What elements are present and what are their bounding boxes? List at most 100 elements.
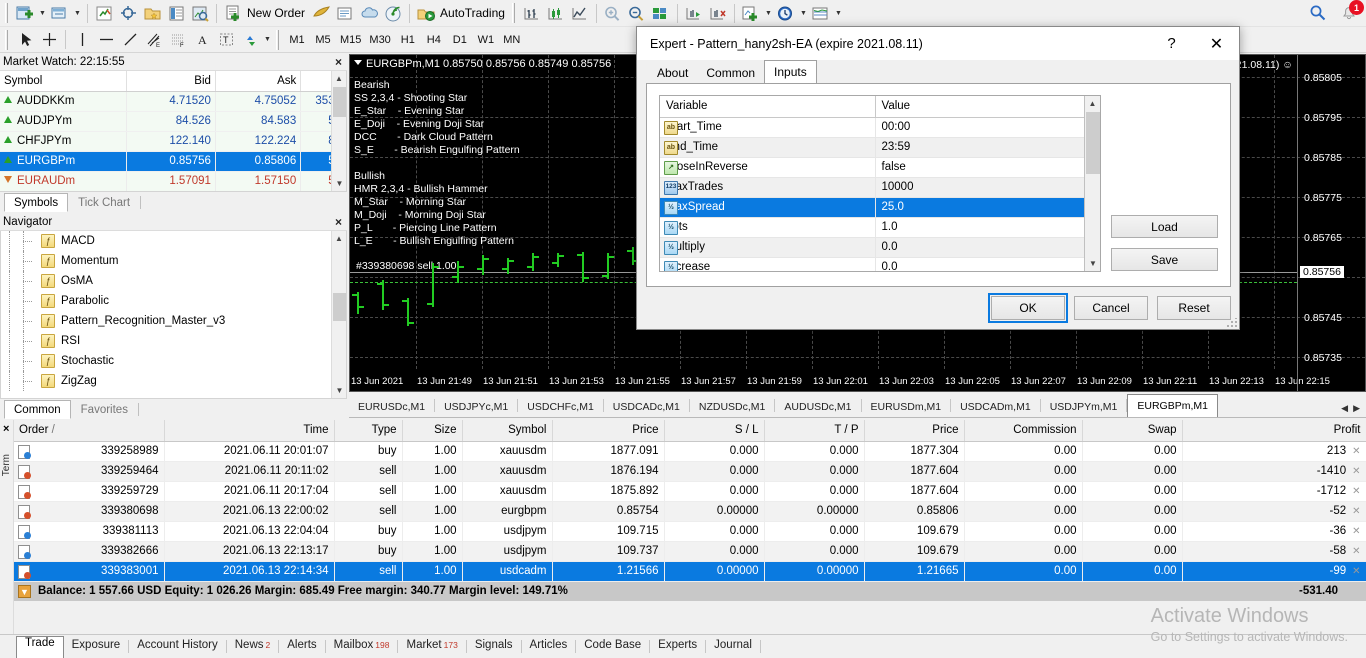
arrows-icon[interactable] [238, 28, 262, 51]
chart-window-icon[interactable] [48, 2, 72, 25]
crosshair-tool-icon[interactable] [37, 28, 61, 51]
data-window-icon[interactable] [164, 2, 188, 25]
input-value[interactable]: 23:59 [875, 137, 1087, 158]
chart-tab-prev-icon[interactable]: ◀ [1341, 403, 1348, 414]
close-order-icon[interactable]: ✕ [1352, 466, 1360, 477]
market-watch-scrollbar[interactable]: ▲ ▼ [331, 71, 346, 191]
navigator-item[interactable]: ƒ RSI [1, 331, 346, 351]
search-icon[interactable] [1308, 3, 1328, 26]
terminal-tab-alerts[interactable]: Alerts [279, 639, 324, 658]
table-row[interactable]: 339259729 2021.06.11 20:17:04 sell 1.00 … [14, 481, 1366, 502]
table-row[interactable]: 339381113 2021.06.13 22:04:04 buy 1.00 u… [14, 521, 1366, 542]
col-profit[interactable]: Profit [1182, 420, 1366, 442]
input-value[interactable]: 1.0 [875, 217, 1087, 238]
templates-dropdown-icon[interactable]: ▼ [833, 2, 844, 25]
table-row[interactable]: 339382666 2021.06.13 22:13:17 buy 1.00 u… [14, 541, 1366, 562]
terminal-tab-trade[interactable]: Trade [16, 636, 64, 658]
table-row[interactable]: 339380698 2021.06.13 22:00:02 sell 1.00 … [14, 501, 1366, 522]
new-chart-dropdown-icon[interactable]: ▼ [37, 2, 48, 25]
timeframe-m15[interactable]: M15 [336, 29, 365, 51]
new-order-icon[interactable] [221, 2, 245, 25]
tab-symbols[interactable]: Symbols [4, 193, 69, 212]
ok-button[interactable]: OK [988, 293, 1068, 323]
text-label-icon[interactable]: T [214, 28, 238, 51]
scroll-thumb[interactable] [333, 87, 346, 117]
expert-properties-dialog[interactable]: Expert - Pattern_hany2sh-EA (expire 2021… [636, 26, 1240, 330]
add-indicator-dropdown-icon[interactable]: ▼ [763, 2, 774, 25]
text-tool-icon[interactable]: A [190, 28, 214, 51]
scroll-up-icon[interactable]: ▲ [332, 231, 346, 246]
table-row[interactable]: 339259464 2021.06.11 20:11:02 sell 1.00 … [14, 461, 1366, 482]
timeframe-h4[interactable]: H4 [421, 29, 447, 51]
navigator-item[interactable]: ƒ Parabolic [1, 291, 346, 311]
fibonacci-icon[interactable]: F [166, 28, 190, 51]
col-value[interactable]: Value [875, 96, 1087, 118]
col-swap[interactable]: Swap [1082, 420, 1183, 442]
bar-chart-icon[interactable] [520, 2, 544, 25]
timeframe-m5[interactable]: M5 [310, 29, 336, 51]
input-row[interactable]: ↗ CloseInReverse false [660, 157, 1087, 178]
market-watch-row[interactable]: CHFJPYm 122.140 122.224 84 [0, 131, 346, 152]
terminal-tab-exposure[interactable]: Exposure [64, 639, 129, 658]
chart-tab[interactable]: USDCHFc,M1 [518, 397, 603, 417]
inputs-scrollbar[interactable]: ▲ ▼ [1084, 96, 1100, 271]
reset-button[interactable]: Reset [1157, 296, 1231, 320]
scroll-thumb[interactable] [1086, 112, 1100, 174]
col-symbol[interactable]: Symbol [0, 71, 128, 92]
notifications-bell-icon[interactable]: 1 [1338, 0, 1364, 26]
input-value[interactable]: 10000 [875, 177, 1087, 198]
auto-scroll-icon[interactable] [706, 2, 730, 25]
market-watch-row[interactable]: AUDJPYm 84.526 84.583 57 [0, 111, 346, 132]
close-button[interactable]: ✕ [1194, 27, 1239, 60]
chart-window-dropdown-icon[interactable]: ▼ [72, 2, 83, 25]
scroll-down-icon[interactable]: ▼ [1085, 256, 1100, 271]
save-button[interactable]: Save [1111, 248, 1218, 271]
col-symbol[interactable]: Symbol [462, 420, 553, 442]
chart-tab[interactable]: USDCADc,M1 [604, 397, 689, 417]
col-bid[interactable]: Bid [126, 71, 216, 92]
dialog-title-bar[interactable]: Expert - Pattern_hany2sh-EA (expire 2021… [637, 27, 1239, 60]
close-order-icon[interactable]: ✕ [1352, 446, 1360, 457]
market-watch-row[interactable]: EURCHFm 1.08699 1.08767 68 [0, 191, 346, 192]
tab-inputs[interactable]: Inputs [764, 60, 817, 83]
chart-tab[interactable]: USDJPYc,M1 [435, 397, 517, 417]
close-order-icon[interactable]: ✕ [1352, 486, 1360, 497]
input-row[interactable]: ½ Multiply 0.0 [660, 237, 1087, 258]
cancel-button[interactable]: Cancel [1074, 296, 1148, 320]
metaeditor-icon[interactable] [333, 2, 357, 25]
period-dropdown-icon[interactable]: ▼ [798, 2, 809, 25]
trendline-icon[interactable] [118, 28, 142, 51]
market-watch-row[interactable]: EURAUDm 1.57091 1.57150 59 [0, 171, 346, 191]
terminal-tab-account-history[interactable]: Account History [129, 639, 226, 658]
market-watch-icon[interactable] [92, 2, 116, 25]
arrows-dropdown-icon[interactable]: ▼ [262, 28, 273, 51]
new-chart-icon[interactable] [13, 2, 37, 25]
chart-tab[interactable]: AUDUSDc,M1 [775, 397, 860, 417]
chart-tab-active-eurgbp[interactable]: EURGBPm,M1 [1127, 394, 1218, 417]
timeframe-w1[interactable]: W1 [473, 29, 499, 51]
close-order-icon[interactable]: ✕ [1352, 506, 1360, 517]
chart-tab[interactable]: NZDUSDc,M1 [690, 397, 775, 417]
chart-tab-next-icon[interactable]: ▶ [1353, 403, 1360, 414]
tools-toolbar-grip[interactable] [5, 29, 10, 50]
table-row-selected[interactable]: 339383001 2021.06.13 22:14:34 sell 1.00 … [14, 561, 1366, 582]
table-row[interactable]: 339258989 2021.06.11 20:01:07 buy 1.00 x… [14, 441, 1366, 462]
navigator-item[interactable]: ƒ OsMA [1, 271, 346, 291]
col-size[interactable]: Size [402, 420, 463, 442]
timeframe-m1[interactable]: M1 [284, 29, 310, 51]
input-value[interactable]: false [875, 157, 1087, 178]
close-order-icon[interactable]: ✕ [1352, 546, 1360, 557]
zoom-in-icon[interactable] [601, 2, 625, 25]
chart-tab[interactable]: EURUSDm,M1 [862, 397, 951, 417]
tab-favorites[interactable]: Favorites [71, 401, 138, 419]
scroll-up-icon[interactable]: ▲ [332, 71, 346, 86]
toolbar-grip-2[interactable] [511, 3, 517, 23]
terminal-tab-articles[interactable]: Articles [522, 639, 576, 658]
tab-about[interactable]: About [648, 63, 697, 83]
history-icon[interactable] [309, 2, 333, 25]
scroll-thumb[interactable] [333, 293, 346, 321]
input-value[interactable]: 00:00 [875, 117, 1087, 138]
terminal-tab-news[interactable]: News 2 [227, 639, 279, 658]
input-row[interactable]: ab End_Time 23:59 [660, 137, 1087, 158]
input-row[interactable]: ½Lots 1.0 [660, 217, 1087, 238]
